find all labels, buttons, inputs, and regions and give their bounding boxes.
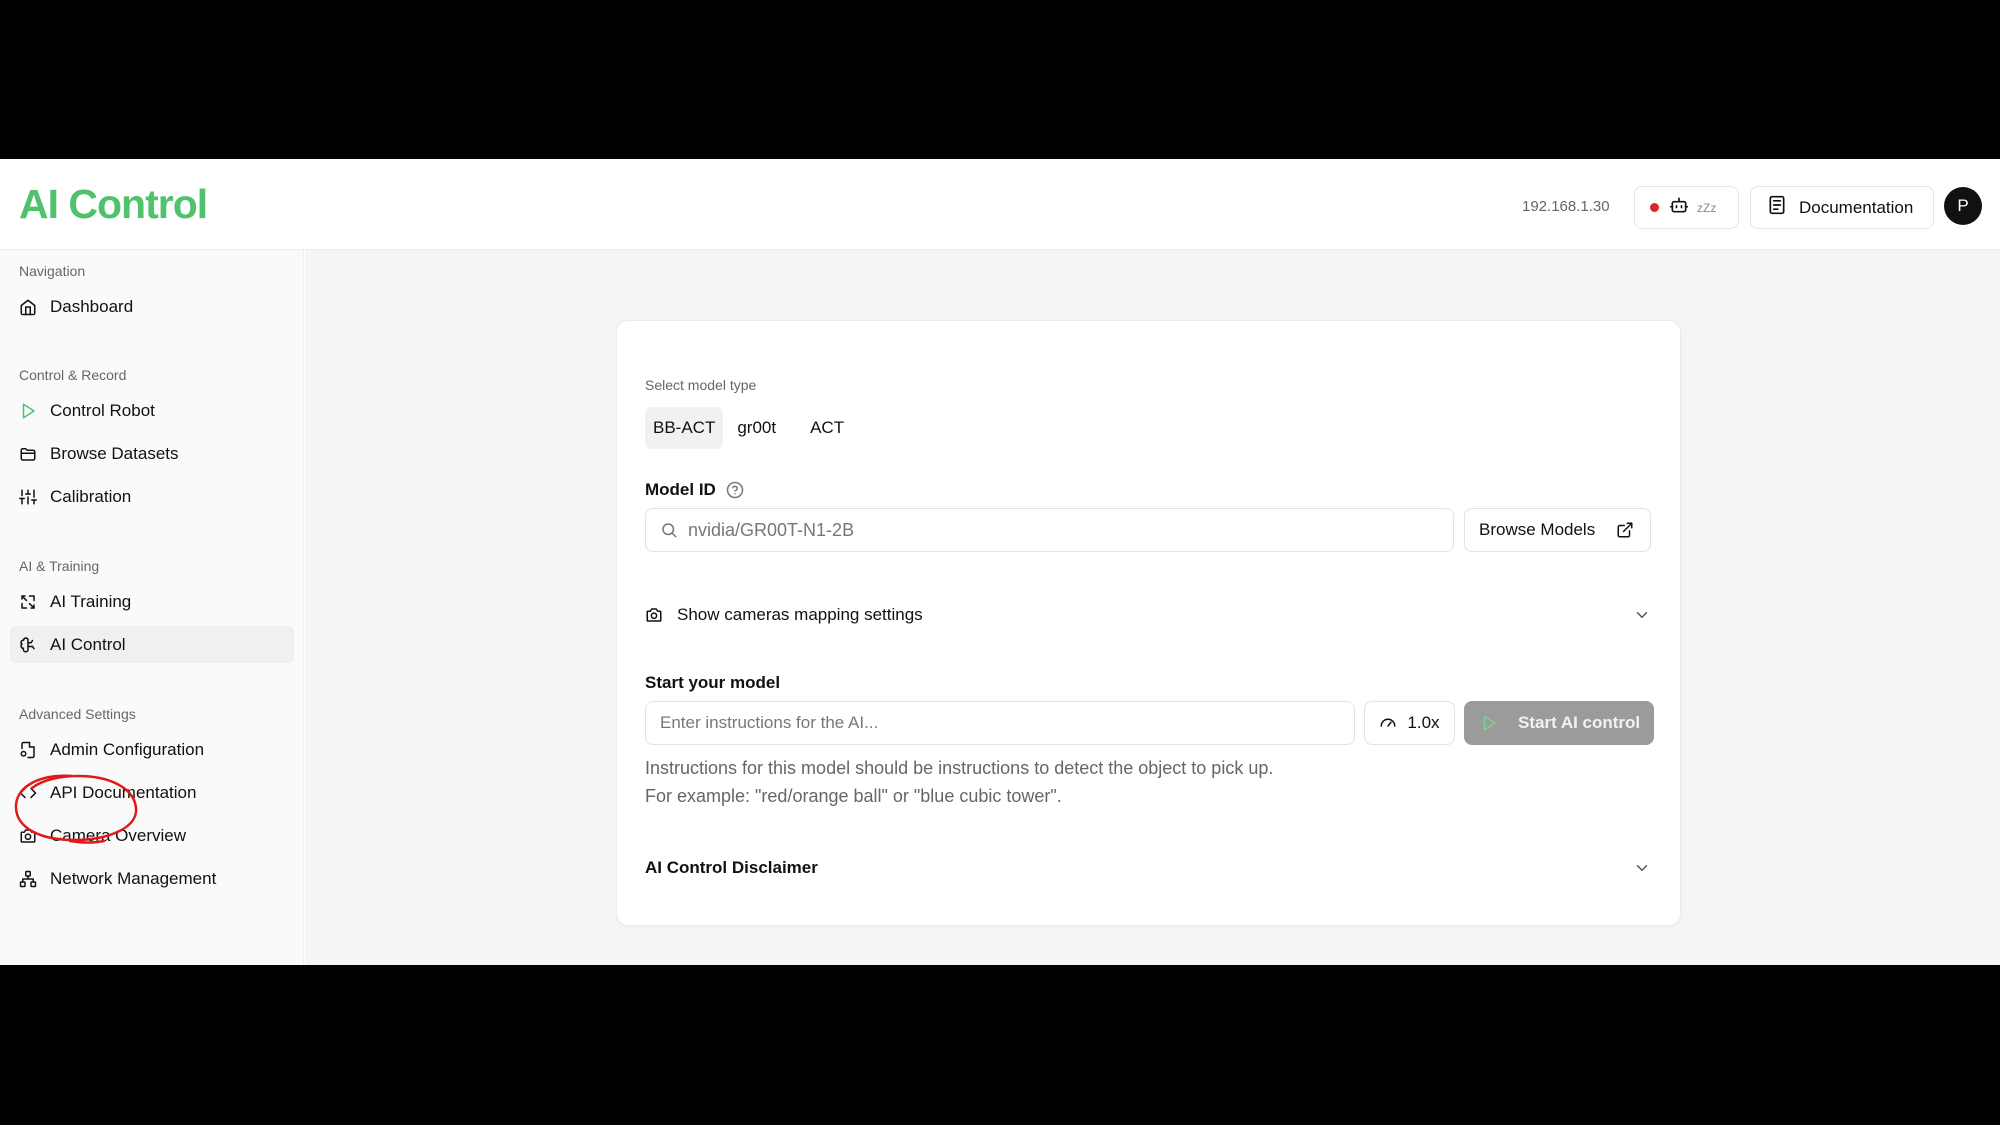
help-line: Instructions for this model should be in… [645,758,1274,778]
nav-group-label: Navigation [19,263,86,279]
model-id-input[interactable] [688,519,1428,541]
chevron-down-icon [1636,865,1648,871]
document-icon [1767,194,1787,221]
sidebar-item-ai-control[interactable]: AI Control [10,626,294,663]
start-ai-control-button[interactable]: Start AI control [1464,701,1654,745]
sidebar-item-label: API Documentation [50,782,197,802]
help-circle-icon[interactable] [726,481,744,499]
sidebar: Navigation Dashboard Control & Record Co… [0,250,304,965]
ai-control-card: Select model type BB-ACT gr00t ACT Model… [616,320,1681,926]
sidebar-item-label: Camera Overview [50,825,187,845]
nav-group-label: Control & Record [19,367,127,383]
cameras-mapping-label: Show cameras mapping settings [677,605,923,624]
sidebar-item-label: Admin Configuration [50,739,205,759]
sidebar-item-camera-overview[interactable]: Camera Overview [10,817,294,854]
home-icon [20,299,36,315]
documentation-button[interactable]: Documentation [1750,186,1934,229]
code-icon [19,787,37,798]
browse-models-button[interactable]: Browse Models [1464,508,1651,552]
cameras-mapping-toggle[interactable]: Show cameras mapping settings [645,600,1651,630]
tab-gr00t[interactable]: gr00t [729,407,784,449]
robot-icon [1669,195,1689,220]
start-model-label: Start your model [645,673,781,692]
sidebar-item-dashboard[interactable]: Dashboard [10,288,294,325]
instructions-field[interactable] [645,701,1355,745]
model-id-label: Model ID [645,480,744,500]
sidebar-item-label: Calibration [50,486,132,506]
tab-bb-act[interactable]: BB-ACT [645,407,724,449]
sidebar-item-label: AI Training [50,591,132,611]
play-icon [1483,715,1496,731]
nav-group-label: Advanced Settings [19,706,136,722]
play-icon [22,403,35,418]
main-content: Select model type BB-ACT gr00t ACT Model… [305,250,2000,965]
sleep-status-text: zZz [1697,200,1717,215]
page-title: AI Control [19,181,208,227]
training-icon [21,594,35,609]
sidebar-item-label: Dashboard [50,296,134,316]
speed-button[interactable]: 1.0x [1364,701,1455,745]
browse-models-label: Browse Models [1479,520,1596,539]
camera-icon [20,828,36,843]
sidebar-item-admin-configuration[interactable]: Admin Configuration [10,731,294,768]
search-icon [662,523,677,538]
avatar[interactable]: P [1944,187,1982,225]
sidebar-item-label: AI Control [50,634,126,654]
file-cog-icon [20,741,35,758]
disclaimer-label: AI Control Disclaimer [645,858,818,877]
top-header: AI Control 192.168.1.30 zZz Documentatio… [0,159,2000,250]
robot-status-button[interactable]: zZz [1634,186,1739,229]
sidebar-item-calibration[interactable]: Calibration [10,478,294,515]
sidebar-item-label: Network Management [50,868,217,888]
sidebar-item-browse-datasets[interactable]: Browse Datasets [10,435,294,472]
status-dot-icon [1650,203,1659,212]
tab-act[interactable]: ACT [790,407,864,449]
sliders-icon [19,489,37,504]
sidebar-item-ai-training[interactable]: AI Training [10,583,294,620]
sidebar-item-label: Browse Datasets [50,443,179,463]
documentation-label: Documentation [1799,197,1914,217]
external-link-icon [1617,522,1633,538]
camera-icon [646,608,662,622]
model-id-field[interactable] [645,508,1454,552]
gauge-icon [1380,718,1396,727]
instructions-help-text: Instructions for this model should be in… [645,754,1273,810]
folder-icon [20,447,36,461]
model-id-label-text: Model ID [645,480,716,499]
select-model-type-label: Select model type [645,377,757,393]
nav-group-label: AI & Training [19,558,100,574]
help-line: For example: "red/orange ball" or "blue … [645,786,1062,806]
sidebar-item-label: Control Robot [50,400,155,420]
start-ai-control-label: Start AI control [1518,713,1641,732]
model-type-tabs: BB-ACT gr00t ACT [645,407,864,449]
sidebar-item-api-documentation[interactable]: API Documentation [10,774,294,811]
ip-address: 192.168.1.30 [1522,198,1610,215]
network-icon [19,870,37,887]
speed-label: 1.0x [1407,713,1440,732]
sidebar-item-control-robot[interactable]: Control Robot [10,392,294,429]
sidebar-item-network-management[interactable]: Network Management [10,860,294,897]
app-window: AI Control 192.168.1.30 zZz Documentatio… [0,159,2000,965]
disclaimer-toggle[interactable]: AI Control Disclaimer [645,853,1651,883]
chevron-down-icon [1636,612,1648,618]
instructions-input[interactable] [660,713,1340,733]
brain-icon [20,636,35,652]
